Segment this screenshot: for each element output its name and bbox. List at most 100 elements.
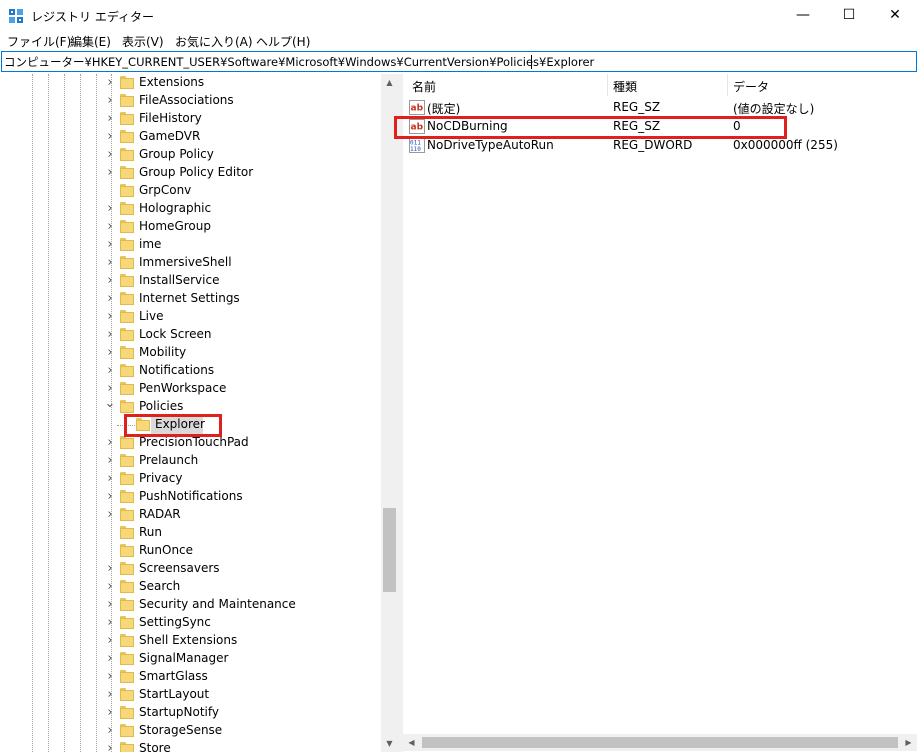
- tree-item-label: Live: [139, 309, 164, 323]
- chevron-right-icon[interactable]: ›: [104, 508, 116, 522]
- tree-item[interactable]: › StartupNotify: [1, 704, 381, 722]
- tree-item[interactable]: › Screensavers: [1, 560, 381, 578]
- tree-item[interactable]: › Security and Maintenance: [1, 596, 381, 614]
- column-header-type[interactable]: 種類: [613, 78, 637, 95]
- tree-item[interactable]: › ime: [1, 236, 381, 254]
- chevron-right-icon[interactable]: ›: [104, 454, 116, 468]
- folder-icon: [120, 76, 134, 89]
- tree-item[interactable]: › Live: [1, 308, 381, 326]
- tree-item[interactable]: › Extensions: [1, 74, 381, 92]
- column-header-data[interactable]: データ: [733, 78, 769, 95]
- address-path: コンピューター¥HKEY_CURRENT_USER¥Software¥Micro…: [4, 55, 595, 69]
- column-divider[interactable]: [607, 74, 608, 96]
- scroll-left-icon[interactable]: ◀: [403, 734, 420, 751]
- chevron-right-icon[interactable]: ›: [104, 598, 116, 612]
- tree-scroll-thumb[interactable]: [383, 508, 396, 592]
- address-bar[interactable]: コンピューター¥HKEY_CURRENT_USER¥Software¥Micro…: [1, 51, 917, 72]
- tree-item[interactable]: RunOnce: [1, 542, 381, 560]
- chevron-right-icon[interactable]: ›: [104, 238, 116, 252]
- column-divider[interactable]: [727, 74, 728, 96]
- tree-item-label: SmartGlass: [139, 669, 208, 683]
- tree-item[interactable]: › Group Policy: [1, 146, 381, 164]
- tree-item[interactable]: › FileHistory: [1, 110, 381, 128]
- tree-item[interactable]: › FileAssociations: [1, 92, 381, 110]
- chevron-right-icon[interactable]: ›: [104, 652, 116, 666]
- column-header-name[interactable]: 名前: [412, 78, 436, 95]
- folder-icon: [120, 634, 134, 647]
- tree-item[interactable]: › Prelaunch: [1, 452, 381, 470]
- tree-item[interactable]: GrpConv: [1, 182, 381, 200]
- chevron-right-icon[interactable]: ›: [104, 202, 116, 216]
- tree-item[interactable]: › Shell Extensions: [1, 632, 381, 650]
- tree-item[interactable]: › Privacy: [1, 470, 381, 488]
- folder-icon: [120, 130, 134, 143]
- menu-view[interactable]: 表示(V): [122, 33, 164, 50]
- chevron-right-icon[interactable]: ›: [104, 472, 116, 486]
- tree-item[interactable]: › Group Policy Editor: [1, 164, 381, 182]
- chevron-right-icon[interactable]: ›: [104, 148, 116, 162]
- tree-item[interactable]: › SettingSync: [1, 614, 381, 632]
- value-row[interactable]: ab (既定) REG_SZ (値の設定なし): [403, 98, 917, 117]
- tree-item[interactable]: › PushNotifications: [1, 488, 381, 506]
- chevron-right-icon[interactable]: ›: [104, 166, 116, 180]
- folder-icon: [120, 598, 134, 611]
- tree-item[interactable]: › RADAR: [1, 506, 381, 524]
- tree-item[interactable]: › SmartGlass: [1, 668, 381, 686]
- values-scroll-thumb[interactable]: [422, 737, 898, 748]
- chevron-down-icon[interactable]: ⌄: [104, 397, 116, 414]
- maximize-button[interactable]: ☐: [826, 0, 872, 31]
- tree-item[interactable]: › Holographic: [1, 200, 381, 218]
- scroll-down-icon[interactable]: ▼: [381, 735, 397, 752]
- chevron-right-icon[interactable]: ›: [104, 562, 116, 576]
- chevron-right-icon[interactable]: ›: [104, 292, 116, 306]
- tree-item[interactable]: › StorageSense: [1, 722, 381, 740]
- tree-vertical-scrollbar[interactable]: ▲ ▼: [381, 74, 397, 752]
- values-horizontal-scrollbar[interactable]: ◀ ▶: [403, 734, 917, 751]
- chevron-right-icon[interactable]: ›: [104, 580, 116, 594]
- chevron-right-icon[interactable]: ›: [104, 706, 116, 720]
- tree-item[interactable]: › Search: [1, 578, 381, 596]
- chevron-right-icon[interactable]: ›: [104, 688, 116, 702]
- chevron-right-icon[interactable]: ›: [104, 742, 116, 752]
- chevron-right-icon[interactable]: ›: [104, 346, 116, 360]
- tree-item[interactable]: › Store: [1, 740, 381, 752]
- tree-item[interactable]: › GameDVR: [1, 128, 381, 146]
- chevron-right-icon[interactable]: ›: [104, 382, 116, 396]
- menu-favorites[interactable]: お気に入り(A): [175, 33, 253, 50]
- chevron-right-icon[interactable]: ›: [104, 364, 116, 378]
- chevron-right-icon[interactable]: ›: [104, 616, 116, 630]
- close-button[interactable]: ✕: [872, 0, 918, 31]
- chevron-right-icon[interactable]: ›: [104, 724, 116, 738]
- menu-help[interactable]: ヘルプ(H): [256, 33, 310, 50]
- tree-item[interactable]: › ImmersiveShell: [1, 254, 381, 272]
- menu-file[interactable]: ファイル(F): [7, 33, 71, 50]
- chevron-right-icon[interactable]: ›: [104, 220, 116, 234]
- chevron-right-icon[interactable]: ›: [104, 112, 116, 126]
- tree-item[interactable]: › Internet Settings: [1, 290, 381, 308]
- chevron-right-icon[interactable]: ›: [104, 76, 116, 90]
- minimize-button[interactable]: —: [780, 0, 826, 31]
- chevron-right-icon[interactable]: ›: [104, 130, 116, 144]
- scroll-right-icon[interactable]: ▶: [900, 734, 917, 751]
- chevron-right-icon[interactable]: ›: [104, 94, 116, 108]
- chevron-right-icon[interactable]: ›: [104, 670, 116, 684]
- tree-item[interactable]: › SignalManager: [1, 650, 381, 668]
- menu-edit[interactable]: 編集(E): [70, 33, 111, 50]
- tree-item[interactable]: › PenWorkspace: [1, 380, 381, 398]
- tree-item[interactable]: › InstallService: [1, 272, 381, 290]
- scroll-up-icon[interactable]: ▲: [381, 74, 397, 91]
- chevron-right-icon[interactable]: ›: [104, 274, 116, 288]
- tree-item[interactable]: › Lock Screen: [1, 326, 381, 344]
- chevron-right-icon[interactable]: ›: [104, 436, 116, 450]
- tree-item[interactable]: › Mobility: [1, 344, 381, 362]
- tree-item[interactable]: › HomeGroup: [1, 218, 381, 236]
- tree-item[interactable]: Run: [1, 524, 381, 542]
- chevron-right-icon[interactable]: ›: [104, 490, 116, 504]
- chevron-right-icon[interactable]: ›: [104, 256, 116, 270]
- tree-item[interactable]: › Notifications: [1, 362, 381, 380]
- chevron-right-icon[interactable]: ›: [104, 634, 116, 648]
- chevron-right-icon[interactable]: ›: [104, 328, 116, 342]
- chevron-right-icon[interactable]: ›: [104, 310, 116, 324]
- tree-item[interactable]: › StartLayout: [1, 686, 381, 704]
- value-name: NoDriveTypeAutoRun: [427, 138, 554, 152]
